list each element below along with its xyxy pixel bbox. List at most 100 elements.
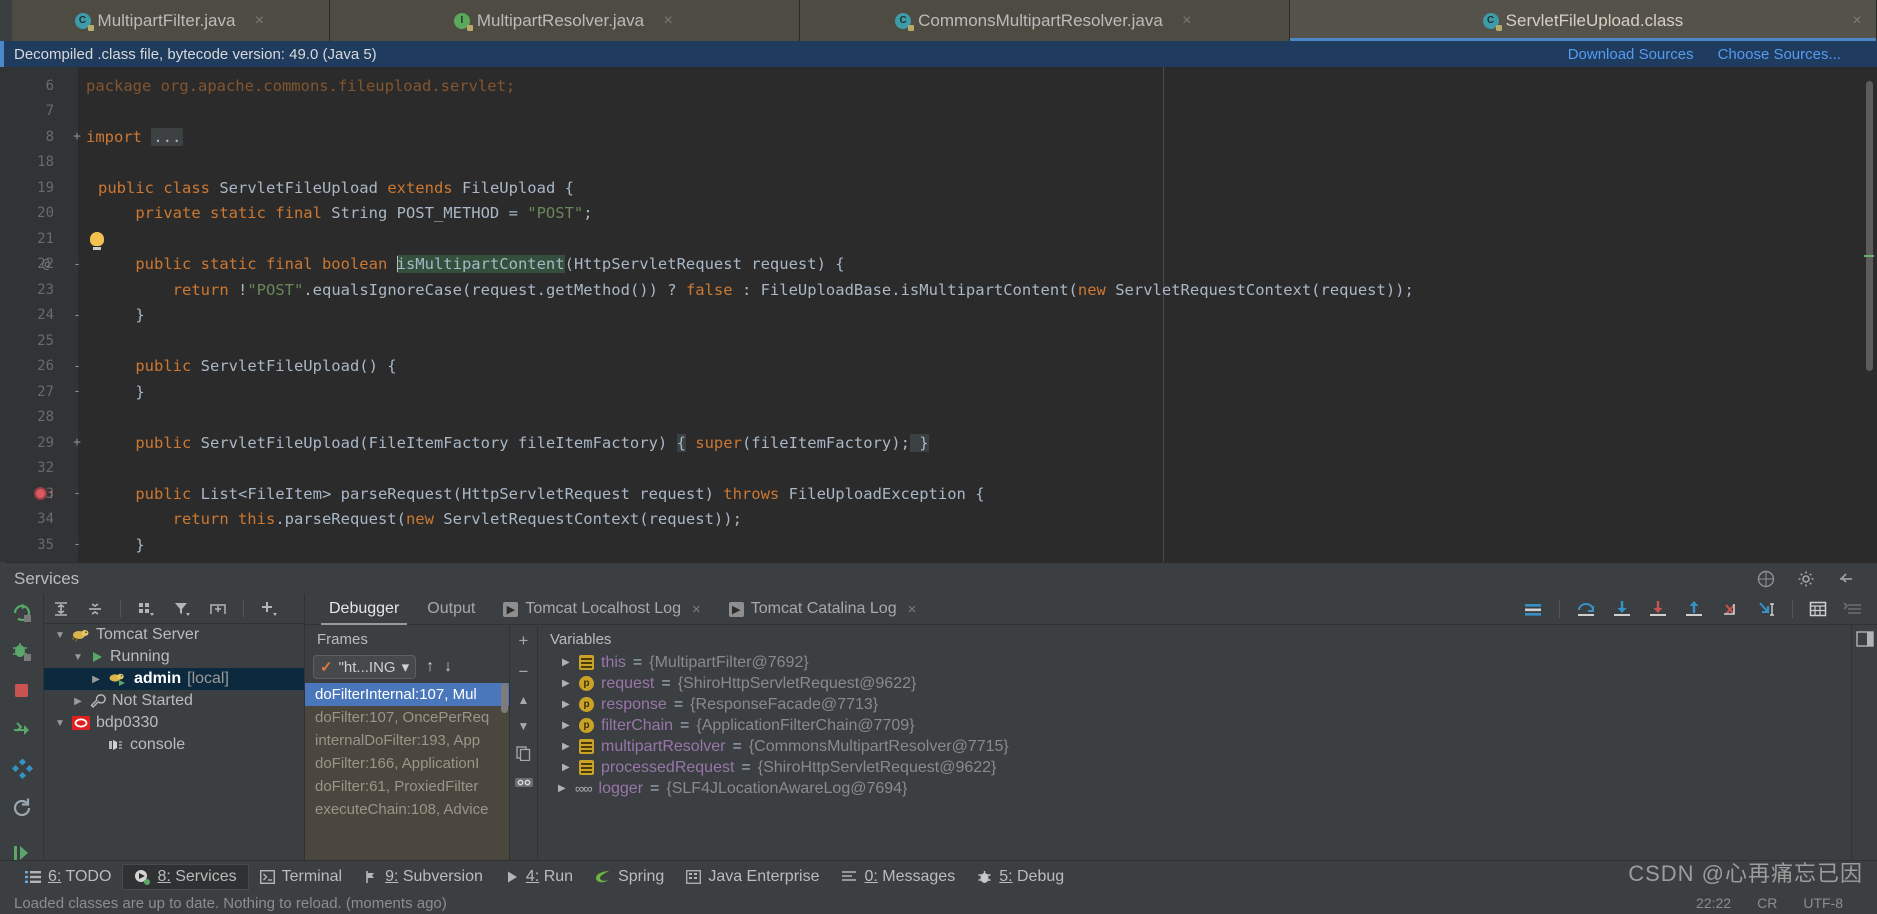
frames-scrollbar[interactable] bbox=[501, 683, 508, 713]
variables-list[interactable]: ▶ this = {MultipartFilter@7692} ▶ p requ… bbox=[538, 652, 1877, 872]
services-tree-item-admin[interactable]: ▶ admin [local] bbox=[44, 668, 304, 690]
toolwindow-java-enterprise[interactable]: Java Enterprise bbox=[675, 865, 830, 889]
frame-item[interactable]: doFilter:166, ApplicationI bbox=[305, 752, 509, 775]
chevron-right-icon[interactable]: ▶ bbox=[558, 783, 568, 794]
variable-row[interactable]: ▶ processedRequest = {ShiroHttpServletRe… bbox=[538, 757, 1877, 778]
mute-breakpoints-icon[interactable] bbox=[1523, 601, 1543, 617]
frame-item[interactable]: doFilter:61, ProxiedFilter bbox=[305, 775, 509, 798]
toolwindow-spring[interactable]: Spring bbox=[584, 865, 675, 889]
services-tree-item-console[interactable]: console bbox=[44, 734, 304, 756]
frame-item[interactable]: internalDoFilter:193, App bbox=[305, 729, 509, 752]
add-frame-icon[interactable] bbox=[209, 600, 227, 618]
filter-icon[interactable] bbox=[173, 600, 193, 618]
chevron-right-icon[interactable]: ▶ bbox=[562, 699, 572, 710]
restore-layout-icon[interactable] bbox=[1855, 631, 1874, 647]
toolwindow-services[interactable]: 8: Services bbox=[122, 863, 249, 890]
frame-down-button[interactable]: ↓ bbox=[444, 658, 452, 676]
editor-tab-multipartresolver[interactable]: I MultipartResolver.java × bbox=[330, 0, 800, 41]
chevron-down-icon[interactable]: ▾ bbox=[402, 658, 410, 676]
fold-marker[interactable]: + bbox=[70, 129, 84, 144]
move-up-button[interactable]: ▲ bbox=[518, 694, 530, 706]
settings-list-icon[interactable] bbox=[1843, 600, 1863, 618]
collapse-all-icon[interactable] bbox=[86, 600, 104, 618]
close-icon[interactable]: × bbox=[692, 601, 701, 618]
tab-output[interactable]: Output bbox=[413, 594, 489, 625]
step-out-icon[interactable] bbox=[1684, 600, 1704, 618]
watch-icon[interactable] bbox=[514, 775, 534, 789]
toolwindow-terminal[interactable]: Terminal bbox=[249, 865, 353, 889]
group-by-icon[interactable] bbox=[137, 600, 157, 618]
thread-selector[interactable]: ✓ "ht...ING ▾ bbox=[313, 655, 417, 679]
stop-icon[interactable] bbox=[11, 680, 33, 702]
move-down-button[interactable]: ▼ bbox=[518, 720, 530, 732]
close-icon[interactable]: × bbox=[252, 12, 266, 29]
evaluate-icon[interactable] bbox=[1809, 600, 1827, 618]
tab-tomcat-localhost-log[interactable]: ▶ Tomcat Localhost Log × bbox=[489, 594, 714, 625]
download-sources-link[interactable]: Download Sources bbox=[1568, 46, 1694, 63]
chevron-right-icon[interactable]: ▶ bbox=[562, 678, 572, 689]
force-step-into-icon[interactable] bbox=[1648, 600, 1668, 618]
intention-bulb-icon[interactable] bbox=[90, 231, 104, 250]
fold-marker[interactable]: - bbox=[70, 308, 84, 323]
close-icon[interactable]: × bbox=[1180, 12, 1194, 29]
resume-icon[interactable] bbox=[11, 719, 33, 741]
frame-item[interactable]: doFilterInternal:107, Mul bbox=[305, 683, 509, 706]
expand-all-icon[interactable] bbox=[52, 600, 70, 618]
services-tree-item-tomcat-server[interactable]: ▼ Tomcat Server bbox=[44, 624, 304, 646]
frame-item[interactable]: doFilter:107, OncePerReq bbox=[305, 706, 509, 729]
close-icon[interactable]: × bbox=[661, 12, 675, 29]
fold-marker[interactable]: - bbox=[70, 384, 84, 399]
chevron-down-icon[interactable]: ▼ bbox=[54, 630, 66, 641]
step-over-icon[interactable] bbox=[1576, 600, 1596, 618]
chevron-right-icon[interactable]: ▶ bbox=[562, 741, 572, 752]
add-icon[interactable] bbox=[260, 600, 280, 618]
services-tree-item-not-started[interactable]: ▶ Not Started bbox=[44, 690, 304, 712]
toolwindow-todo[interactable]: 6: TODO bbox=[14, 865, 122, 889]
fold-marker[interactable]: - bbox=[70, 359, 84, 374]
folded-imports[interactable]: ... bbox=[151, 127, 184, 146]
drop-frame-icon[interactable] bbox=[1720, 600, 1740, 618]
tab-tomcat-catalina-log[interactable]: ▶ Tomcat Catalina Log × bbox=[715, 594, 931, 625]
close-icon[interactable]: × bbox=[908, 601, 917, 618]
fold-marker[interactable]: - bbox=[70, 486, 84, 501]
copy-icon[interactable] bbox=[516, 746, 531, 761]
variable-row[interactable]: ▶ p request = {ShiroHttpServletRequest@9… bbox=[538, 673, 1877, 694]
close-icon[interactable]: × bbox=[1850, 12, 1864, 29]
step-into-icon[interactable] bbox=[1612, 600, 1632, 618]
chevron-down-icon[interactable]: ▼ bbox=[72, 652, 84, 663]
toolwindow-debug[interactable]: 5: Debug bbox=[966, 865, 1075, 889]
editor-tab-servletfileupload[interactable]: C ServletFileUpload.class × bbox=[1290, 0, 1877, 41]
frame-up-button[interactable]: ↑ bbox=[426, 658, 434, 676]
remove-watch-button[interactable]: − bbox=[519, 663, 529, 680]
status-encoding[interactable]: UTF-8 bbox=[1803, 895, 1843, 911]
toolwindow-subversion[interactable]: 9: Subversion bbox=[353, 865, 494, 889]
chevron-right-icon[interactable]: ▶ bbox=[72, 696, 84, 707]
variable-row[interactable]: ▶ this = {MultipartFilter@7692} bbox=[538, 652, 1877, 673]
hide-icon[interactable] bbox=[1837, 570, 1855, 588]
tab-debugger[interactable]: Debugger bbox=[315, 594, 413, 625]
help-icon[interactable] bbox=[1757, 570, 1775, 588]
variable-row[interactable]: ▶ ∞∞ logger = {SLF4JLocationAwareLog@769… bbox=[538, 778, 1877, 799]
frames-list[interactable]: doFilterInternal:107, Mul doFilter:107, … bbox=[305, 683, 509, 872]
editor-tab-commonsmultipartresolver[interactable]: C CommonsMultipartResolver.java × bbox=[800, 0, 1290, 41]
method-override-icon[interactable]: ↑ bbox=[48, 486, 55, 501]
variable-row[interactable]: ▶ p response = {ResponseFacade@7713} bbox=[538, 694, 1877, 715]
restart-icon[interactable] bbox=[11, 797, 33, 819]
fold-marker[interactable]: + bbox=[70, 435, 84, 450]
rerun-icon[interactable] bbox=[11, 602, 33, 624]
editor-tab-multipartfilter[interactable]: C MultipartFilter.java × bbox=[12, 0, 330, 41]
chevron-right-icon[interactable]: ▶ bbox=[90, 674, 102, 685]
chevron-down-icon[interactable]: ▼ bbox=[54, 718, 66, 729]
variable-row[interactable]: ▶ multipartResolver = {CommonsMultipartR… bbox=[538, 736, 1877, 757]
add-watch-button[interactable]: + bbox=[519, 632, 529, 649]
status-line-separator[interactable]: CR bbox=[1757, 895, 1777, 911]
fold-marker[interactable]: - bbox=[70, 257, 84, 272]
variable-row[interactable]: ▶ p filterChain = {ApplicationFilterChai… bbox=[538, 715, 1877, 736]
services-tree-item-running[interactable]: ▼ Running bbox=[44, 646, 304, 668]
debug-icon[interactable] bbox=[11, 641, 33, 663]
toolwindow-messages[interactable]: 0: Messages bbox=[830, 865, 966, 889]
chevron-right-icon[interactable]: ▶ bbox=[562, 720, 572, 731]
run-to-cursor-icon[interactable] bbox=[1756, 600, 1776, 618]
fold-marker[interactable]: - bbox=[70, 537, 84, 552]
chevron-right-icon[interactable]: ▶ bbox=[562, 762, 572, 773]
